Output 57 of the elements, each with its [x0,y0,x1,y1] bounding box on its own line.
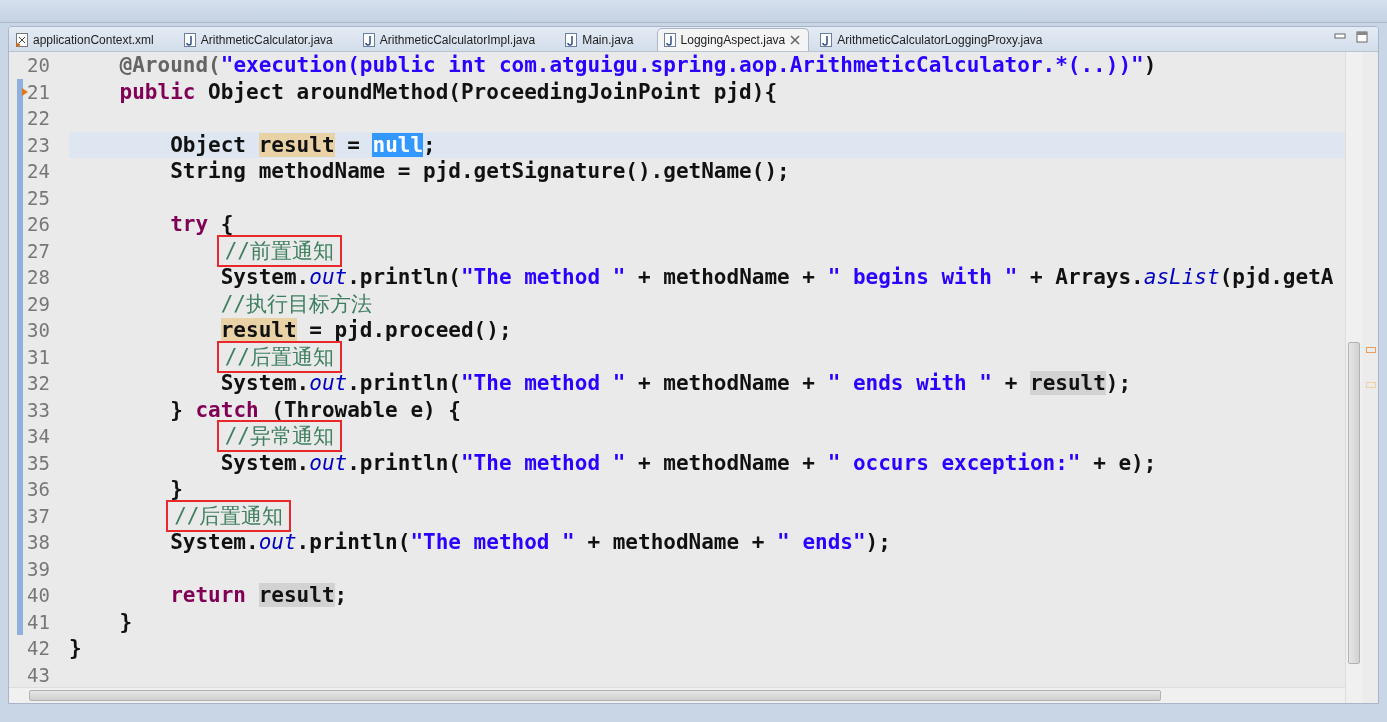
line-number: 33 [27,398,50,421]
editor-tab[interactable]: ArithmeticCalculatorLoggingProxy.java [813,28,1052,51]
editor-tab[interactable]: Main.java [558,28,643,51]
editor-tab[interactable]: ArithmeticCalculatorImpl.java [355,28,545,51]
line-number: 27 [27,239,50,262]
code-line: result = pjd.proceed(); [219,318,512,343]
code-line: public Object aroundMethod(ProceedingJoinPoint pjd){ [118,79,778,104]
line-number: 38 [27,531,50,554]
java-file-icon [362,33,375,47]
line-number: 35 [27,451,50,474]
line-number: 30 [27,319,50,342]
line-number: 39 [27,557,50,580]
code-line: Object result = null; [169,132,436,157]
code-line: } [118,609,133,634]
java-file-icon [565,33,578,47]
code-line: //执行目标方法 [219,290,372,318]
line-number: 24 [27,160,50,183]
maximize-icon[interactable] [1356,31,1368,43]
code-line: System.out.println("The method " + methodName + " ends with " + result); [219,371,1132,396]
line-number: 32 [27,372,50,395]
java-file-icon [820,33,833,47]
line-number: 40 [27,584,50,607]
line-number: 43 [27,663,50,686]
line-number: 36 [27,478,50,501]
horizontal-scrollbar[interactable] [9,687,1345,703]
code-line: try { [169,212,234,237]
line-number: 41 [27,610,50,633]
editor-tab[interactable]: LoggingAspect.java [656,28,810,51]
line-number: 23 [27,133,50,156]
editor-tab[interactable]: applicationContext.xml [9,28,163,51]
close-icon[interactable] [790,35,801,45]
line-number: 31 [27,345,50,368]
line-number: 37 [27,504,50,527]
java-file-icon [663,33,676,47]
code-line: System.out.println("The method " + methodName + " occurs exception:" + e); [219,450,1157,475]
code-line: System.out.println("The method " + methodName + " begins with " + Arrays.asList(pjd.getA [219,265,1334,290]
line-number: 29 [27,292,50,315]
code-line: } [169,477,183,502]
line-number: 42 [27,637,50,660]
code-line: return result; [169,583,348,608]
code-line: } [69,636,82,661]
code-line: } catch (Throwable e) { [169,397,461,422]
xml-file-icon [16,33,28,47]
vertical-scrollbar[interactable] [1345,52,1362,703]
line-number: 28 [27,266,50,289]
minimize-icon[interactable] [1334,31,1346,41]
line-number: 20 [27,54,50,77]
line-number: 22 [27,107,50,130]
code-line: String methodName = pjd.getSignature().getName(); [169,159,790,184]
line-number: 25 [27,186,50,209]
line-number: 26 [27,213,50,236]
code-line: System.out.println("The method " + methodName + " ends"); [169,530,891,555]
code-line: @Around("execution(public int com.atguigu.spring.aop.ArithmeticCalculator.*(..))") [118,53,1157,78]
line-number: 21 [27,80,50,103]
line-number: 34 [27,425,50,448]
editor-tab[interactable]: ArithmeticCalculator.java [176,28,342,51]
java-file-icon [183,33,196,47]
